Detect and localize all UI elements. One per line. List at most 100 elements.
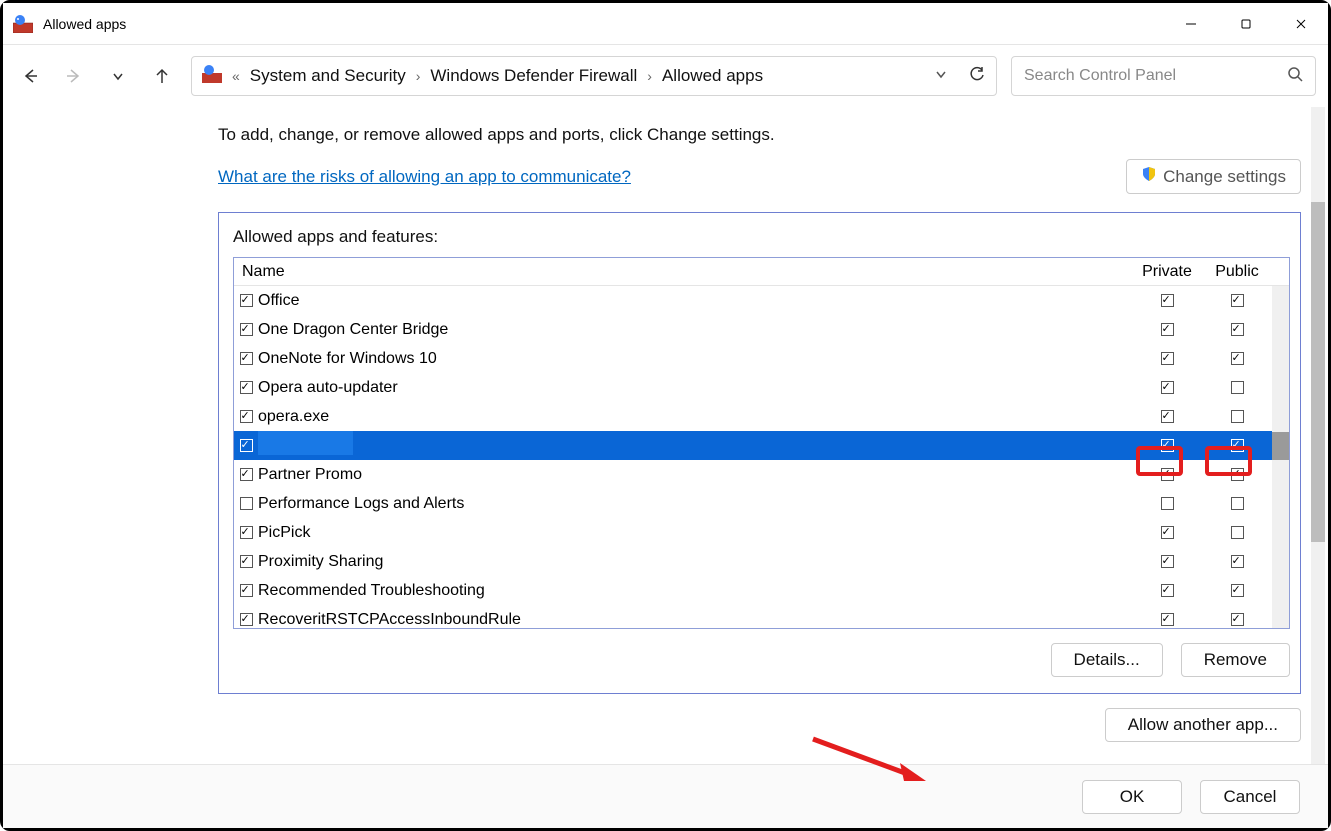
table-row[interactable]: OneNote for Windows 10 [234,344,1289,373]
checkbox[interactable] [1231,294,1244,307]
checkbox[interactable] [1161,555,1174,568]
checkbox[interactable] [1161,294,1174,307]
navbar: « System and Security› Windows Defender … [3,45,1328,107]
checkbox[interactable] [240,294,253,307]
col-public[interactable]: Public [1202,263,1272,281]
forward-button[interactable] [59,61,89,91]
allow-another-app-button[interactable]: Allow another app... [1105,708,1301,742]
app-name: Opera auto-updater [258,379,1132,397]
checkbox[interactable] [1231,381,1244,394]
table-row[interactable]: Partner Promo [234,460,1289,489]
checkbox[interactable] [1231,613,1244,626]
checkbox[interactable] [1161,613,1174,626]
breadcrumb-seg1[interactable]: System and Security› [250,66,421,86]
app-name: One Dragon Center Bridge [258,321,1132,339]
intro-text: To add, change, or remove allowed apps a… [218,125,1301,145]
checkbox[interactable] [1231,584,1244,597]
checkbox[interactable] [1161,352,1174,365]
minimize-button[interactable] [1163,3,1218,45]
app-name: PicPick [258,524,1132,542]
list-scrollbar[interactable] [1272,286,1289,628]
refresh-button[interactable] [968,65,986,88]
content-area: To add, change, or remove allowed apps a… [3,107,1311,764]
window-title: Allowed apps [43,16,126,32]
checkbox[interactable] [240,410,253,423]
checkbox[interactable] [1231,352,1244,365]
page-scrollbar[interactable] [1311,107,1325,764]
change-settings-button[interactable]: Change settings [1126,159,1301,194]
checkbox[interactable] [1231,439,1244,452]
table-row[interactable]: One Dragon Center Bridge [234,315,1289,344]
control-panel-icon [202,65,222,88]
app-name: opera.exe [258,408,1132,426]
checkbox[interactable] [1231,497,1244,510]
table-row[interactable]: opera.exe [234,402,1289,431]
firewall-icon [13,15,33,33]
app-name: Proximity Sharing [258,553,1132,571]
checkbox[interactable] [1231,323,1244,336]
table-row[interactable] [234,431,1289,460]
breadcrumb-seg3[interactable]: Allowed apps [662,66,763,86]
table-row[interactable]: Recommended Troubleshooting [234,576,1289,605]
list-header: Name Private Public [234,258,1289,286]
remove-button[interactable]: Remove [1181,643,1290,677]
table-row[interactable]: Opera auto-updater [234,373,1289,402]
checkbox[interactable] [1161,381,1174,394]
checkbox[interactable] [240,352,253,365]
crumb-overflow[interactable]: « [232,68,240,84]
col-private[interactable]: Private [1132,263,1202,281]
checkbox[interactable] [240,439,253,452]
recent-dropdown[interactable] [103,61,133,91]
search-placeholder: Search Control Panel [1024,67,1287,85]
window-controls [1163,3,1328,45]
app-name: OneNote for Windows 10 [258,350,1132,368]
checkbox[interactable] [1161,526,1174,539]
address-dropdown[interactable] [934,66,948,86]
checkbox[interactable] [240,526,253,539]
checkbox[interactable] [1161,497,1174,510]
maximize-button[interactable] [1218,3,1273,45]
address-bar[interactable]: « System and Security› Windows Defender … [191,56,997,96]
checkbox[interactable] [1161,410,1174,423]
table-row[interactable]: Proximity Sharing [234,547,1289,576]
up-button[interactable] [147,61,177,91]
table-row[interactable]: PicPick [234,518,1289,547]
checkbox[interactable] [240,381,253,394]
allowed-apps-group: Allowed apps and features: Name Private … [218,212,1301,694]
app-name: RecoveritRSTCPAccessInboundRule [258,611,1132,629]
titlebar: Allowed apps [3,3,1328,45]
search-box[interactable]: Search Control Panel [1011,56,1316,96]
table-row[interactable]: Office [234,286,1289,315]
checkbox[interactable] [1161,439,1174,452]
checkbox[interactable] [1161,584,1174,597]
details-button[interactable]: Details... [1051,643,1163,677]
ok-button[interactable]: OK [1082,780,1182,814]
col-name[interactable]: Name [234,263,1132,281]
checkbox[interactable] [240,555,253,568]
apps-list: Name Private Public Office One Dragon Cen… [233,257,1290,629]
checkbox[interactable] [240,323,253,336]
checkbox[interactable] [240,497,253,510]
cancel-button[interactable]: Cancel [1200,780,1300,814]
checkbox[interactable] [1231,410,1244,423]
checkbox[interactable] [1231,468,1244,481]
search-icon [1287,66,1303,87]
checkbox[interactable] [240,468,253,481]
risks-link[interactable]: What are the risks of allowing an app to… [218,167,631,187]
breadcrumb-seg2[interactable]: Windows Defender Firewall› [430,66,652,86]
checkbox[interactable] [1231,526,1244,539]
app-name: Recommended Troubleshooting [258,582,1132,600]
checkbox[interactable] [1161,323,1174,336]
checkbox[interactable] [240,613,253,626]
table-row[interactable]: RecoveritRSTCPAccessInboundRule [234,605,1289,629]
app-name: Office [258,292,1132,310]
back-button[interactable] [15,61,45,91]
close-button[interactable] [1273,3,1328,45]
checkbox[interactable] [1161,468,1174,481]
app-name: Performance Logs and Alerts [258,495,1132,513]
table-row[interactable]: Performance Logs and Alerts [234,489,1289,518]
checkbox[interactable] [1231,555,1244,568]
shield-icon [1141,166,1157,187]
app-name [258,431,1132,460]
checkbox[interactable] [240,584,253,597]
